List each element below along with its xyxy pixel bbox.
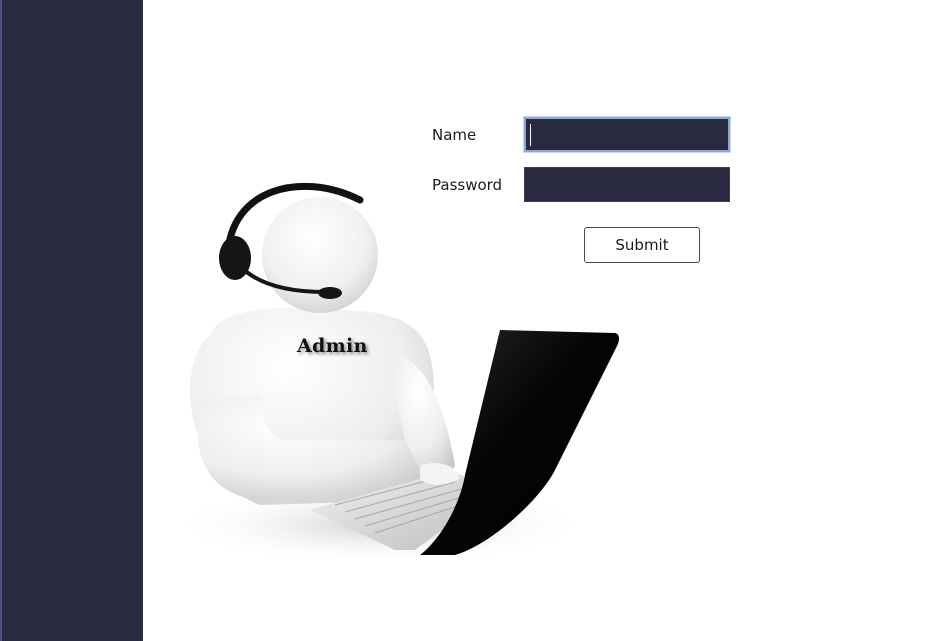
sidebar-panel — [0, 0, 143, 641]
admin-badge-text: Admin — [297, 335, 368, 357]
name-input[interactable] — [524, 117, 730, 152]
admin-support-illustration — [150, 160, 630, 570]
text-caret — [530, 124, 531, 146]
name-label: Name — [432, 126, 477, 144]
submit-button[interactable]: Submit — [584, 227, 700, 263]
password-label: Password — [432, 176, 503, 194]
password-input[interactable] — [524, 167, 730, 202]
